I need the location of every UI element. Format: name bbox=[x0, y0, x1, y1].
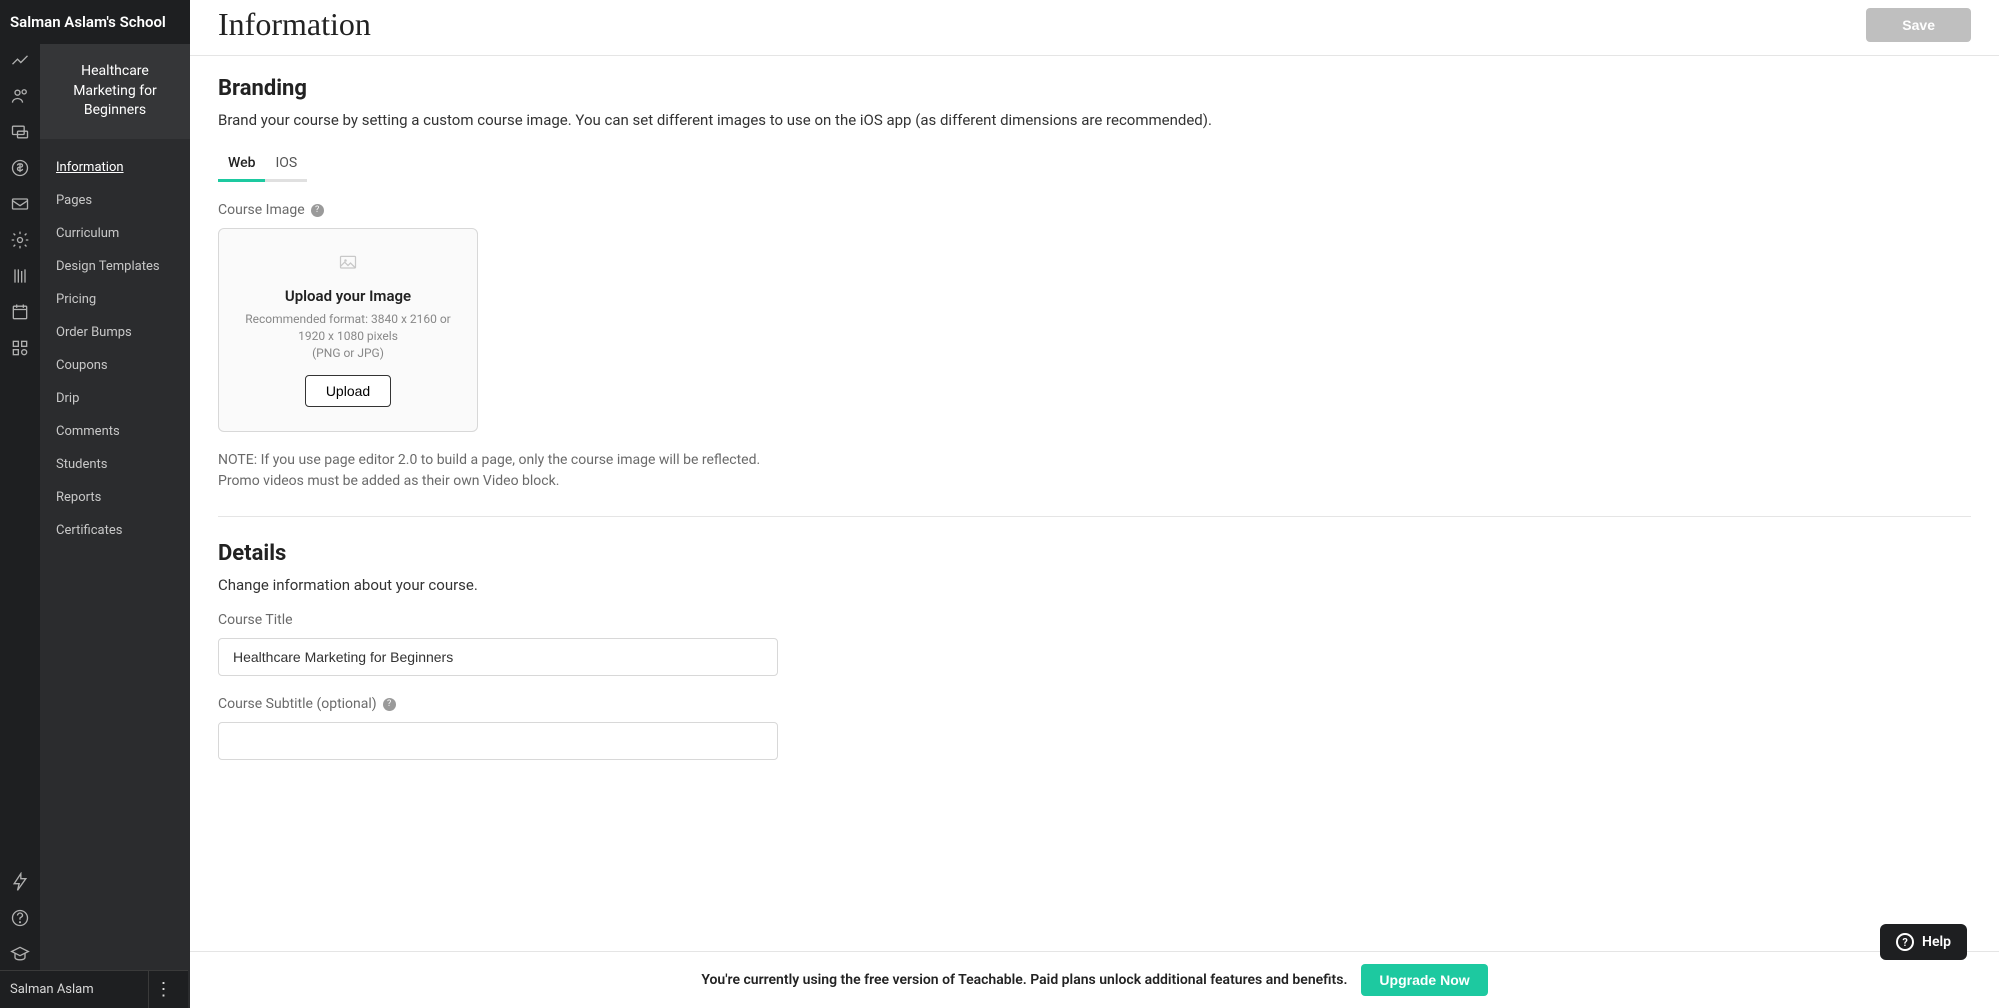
image-placeholder-icon bbox=[337, 253, 359, 273]
course-subtitle-input[interactable] bbox=[218, 722, 778, 760]
nav-reports[interactable]: Reports bbox=[40, 481, 190, 514]
analytics-icon[interactable] bbox=[10, 50, 30, 70]
course-title-block: Healthcare Marketing for Beginners bbox=[40, 44, 190, 139]
nav-design-templates[interactable]: Design Templates bbox=[40, 250, 190, 283]
save-button[interactable]: Save bbox=[1866, 8, 1971, 42]
course-image-label-text: Course Image bbox=[218, 202, 305, 218]
graduation-icon[interactable] bbox=[10, 944, 30, 964]
upload-hint: Recommended format: 3840 x 2160 or 1920 … bbox=[235, 311, 461, 361]
nav-students[interactable]: Students bbox=[40, 448, 190, 481]
details-desc: Change information about your course. bbox=[218, 576, 1971, 594]
details-heading: Details bbox=[218, 541, 1971, 566]
section-divider bbox=[218, 516, 1971, 517]
courses-icon[interactable] bbox=[10, 266, 30, 286]
branding-heading: Branding bbox=[218, 76, 1971, 101]
more-menu-icon[interactable]: ⋮ bbox=[148, 971, 178, 1008]
help-tooltip-icon[interactable]: ? bbox=[383, 698, 396, 711]
details-section: Details Change information about your co… bbox=[218, 541, 1971, 780]
main: Information Save Branding Brand your cou… bbox=[190, 0, 1999, 1008]
tab-ios[interactable]: IOS bbox=[265, 147, 307, 182]
help-float-button[interactable]: ? Help bbox=[1880, 924, 1967, 960]
nav-coupons[interactable]: Coupons bbox=[40, 349, 190, 382]
course-image-label: Course Image ? bbox=[218, 202, 1971, 218]
nav-drip[interactable]: Drip bbox=[40, 382, 190, 415]
nav-comments[interactable]: Comments bbox=[40, 415, 190, 448]
upload-title: Upload your Image bbox=[235, 287, 461, 305]
banner-text: You're currently using the free version … bbox=[701, 972, 1347, 988]
bolt-icon[interactable] bbox=[10, 872, 30, 892]
course-title-label: Course Title bbox=[218, 612, 1971, 628]
nav-information[interactable]: Information bbox=[40, 151, 190, 184]
nav-list: Information Pages Curriculum Design Temp… bbox=[40, 139, 190, 559]
nav-pages[interactable]: Pages bbox=[40, 184, 190, 217]
branding-desc: Brand your course by setting a custom co… bbox=[218, 111, 1971, 129]
upgrade-button[interactable]: Upgrade Now bbox=[1361, 964, 1487, 996]
help-float-icon: ? bbox=[1896, 933, 1914, 951]
branding-note: NOTE: If you use page editor 2.0 to buil… bbox=[218, 450, 1971, 492]
nav-curriculum[interactable]: Curriculum bbox=[40, 217, 190, 250]
apps-icon[interactable] bbox=[10, 338, 30, 358]
content: Branding Brand your course by setting a … bbox=[190, 56, 1999, 1008]
branding-tabs: Web IOS bbox=[218, 147, 1971, 182]
nav-order-bumps[interactable]: Order Bumps bbox=[40, 316, 190, 349]
users-icon[interactable] bbox=[10, 86, 30, 106]
course-title-input[interactable] bbox=[218, 638, 778, 676]
help-float-label: Help bbox=[1922, 934, 1951, 950]
help-tooltip-icon[interactable]: ? bbox=[311, 204, 324, 217]
sales-icon[interactable] bbox=[10, 158, 30, 178]
course-subtitle-label: Course Subtitle (optional) ? bbox=[218, 696, 1971, 712]
page-title: Information bbox=[218, 6, 371, 43]
upgrade-banner: You're currently using the free version … bbox=[190, 951, 1999, 1008]
site-icon[interactable] bbox=[10, 122, 30, 142]
nav-pricing[interactable]: Pricing bbox=[40, 283, 190, 316]
upload-box: Upload your Image Recommended format: 38… bbox=[218, 228, 478, 432]
help-circle-icon[interactable] bbox=[10, 908, 30, 928]
page-header: Information Save bbox=[190, 0, 1999, 56]
tab-web[interactable]: Web bbox=[218, 147, 265, 182]
emails-icon[interactable] bbox=[10, 194, 30, 214]
upload-hint-line1: Recommended format: 3840 x 2160 or 1920 … bbox=[245, 312, 450, 343]
branding-section: Branding Brand your course by setting a … bbox=[218, 76, 1971, 492]
school-name[interactable]: Salman Aslam's School bbox=[0, 0, 190, 44]
upload-button[interactable]: Upload bbox=[305, 375, 391, 407]
course-subtitle-label-text: Course Subtitle (optional) bbox=[218, 696, 377, 712]
user-footer: Salman Aslam ⋮ bbox=[0, 970, 188, 1008]
calendar-icon[interactable] bbox=[10, 302, 30, 322]
sidebar: Salman Aslam's School Healthcare Marketi… bbox=[40, 0, 190, 1008]
branding-note-line2: Promo videos must be added as their own … bbox=[218, 473, 559, 489]
upload-hint-line2: (PNG or JPG) bbox=[312, 346, 384, 360]
nav-certificates[interactable]: Certificates bbox=[40, 514, 190, 547]
icon-rail bbox=[0, 0, 40, 1008]
user-name: Salman Aslam bbox=[10, 982, 94, 997]
settings-icon[interactable] bbox=[10, 230, 30, 250]
branding-note-line1: NOTE: If you use page editor 2.0 to buil… bbox=[218, 452, 760, 468]
